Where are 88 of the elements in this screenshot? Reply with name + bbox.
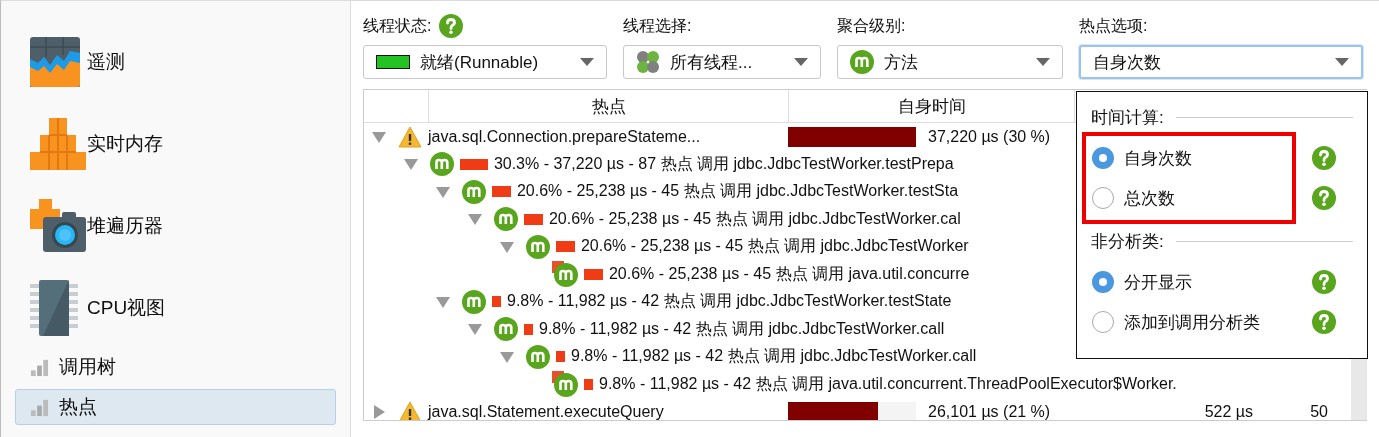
caret-icon bbox=[1335, 58, 1349, 66]
radio-option[interactable]: 分开显示 bbox=[1086, 270, 1192, 294]
caret-icon bbox=[580, 58, 594, 66]
dropdown[interactable]: 自身次数 bbox=[1079, 45, 1363, 79]
collapse-toggle-icon[interactable] bbox=[372, 129, 386, 144]
percent-bar bbox=[556, 351, 565, 363]
warning-icon bbox=[398, 125, 422, 148]
call-text: 9.8% - 11,982 µs - 42 热点 调用 jdbc.JdbcTestWorker.call bbox=[539, 318, 945, 339]
collapse-toggle-icon[interactable] bbox=[500, 239, 514, 254]
method-icon bbox=[430, 152, 454, 177]
call-text: 9.8% - 11,982 µs - 42 热点 调用 jdbc.JdbcTestWorker.testState bbox=[507, 291, 952, 312]
call-text: 20.6% - 25,238 µs - 45 热点 调用 jdbc.JdbcTestWorker.testSta bbox=[516, 181, 959, 202]
caret-icon bbox=[1036, 58, 1050, 66]
method-icon bbox=[462, 179, 486, 204]
radio-option[interactable]: 总次数 bbox=[1086, 186, 1175, 210]
table-cell: 50 bbox=[1310, 402, 1328, 420]
help-icon[interactable] bbox=[1312, 146, 1336, 170]
help-icon[interactable] bbox=[1312, 310, 1336, 334]
caret-icon bbox=[794, 58, 808, 66]
filter-label: 线程选择: bbox=[623, 15, 692, 36]
sidebar-item[interactable]: 堆遍历器 bbox=[15, 185, 336, 267]
method-icon bbox=[850, 50, 874, 74]
radio-option[interactable]: 自身次数 bbox=[1086, 146, 1192, 170]
sidebar-label: 堆遍历器 bbox=[87, 214, 164, 238]
chip-icon bbox=[30, 280, 78, 336]
help-icon[interactable] bbox=[1312, 270, 1336, 294]
dropdown[interactable]: 就绪(Runnable) bbox=[363, 45, 607, 79]
method-icon bbox=[526, 234, 550, 259]
threads-icon bbox=[636, 50, 660, 74]
leaf-method-icon bbox=[552, 261, 578, 288]
expand-toggle-icon[interactable] bbox=[372, 404, 386, 419]
sidebar-item[interactable]: 实时内存 bbox=[15, 103, 336, 185]
filter-label: 聚合级别: bbox=[837, 15, 906, 36]
method-name: java.sql.Connection.prepareStateme... bbox=[428, 127, 701, 146]
self-time: 26,101 µs (21 %) bbox=[928, 402, 1051, 420]
call-text: 20.6% - 25,238 µs - 45 热点 调用 java.util.concurre bbox=[608, 263, 970, 284]
method-icon bbox=[494, 207, 518, 232]
help-icon[interactable] bbox=[439, 14, 464, 38]
cubes-icon bbox=[30, 118, 86, 170]
table-cell: 522 µs bbox=[1204, 402, 1253, 420]
sidebar-item[interactable]: 调用树 bbox=[15, 349, 336, 385]
collapse-toggle-icon[interactable] bbox=[436, 294, 450, 309]
percent-bar bbox=[492, 296, 501, 308]
dropdown[interactable]: 所有线程... bbox=[623, 45, 821, 79]
percent-bar bbox=[584, 378, 593, 390]
sidebar-item[interactable]: 遥测 bbox=[15, 21, 336, 103]
call-text: 20.6% - 25,238 µs - 45 热点 调用 jdbc.JdbcTestWorker bbox=[580, 236, 969, 257]
method-icon bbox=[462, 289, 486, 314]
sidebar-label: 实时内存 bbox=[87, 132, 164, 156]
collapse-toggle-icon[interactable] bbox=[436, 184, 450, 199]
dropdown[interactable]: 方法 bbox=[837, 45, 1063, 79]
filter-label: 热点选项: bbox=[1079, 15, 1148, 36]
leaf-method-icon bbox=[552, 371, 578, 398]
help-icon[interactable] bbox=[1312, 186, 1336, 210]
cubes-camera-icon bbox=[30, 199, 86, 253]
collapse-toggle-icon[interactable] bbox=[468, 212, 482, 227]
call-text: 9.8% - 11,982 µs - 42 热点 调用 java.util.concurrent.ThreadPoolExecutor$Worker. bbox=[599, 373, 1177, 394]
percent-bar bbox=[584, 268, 603, 280]
section-title: 时间计算: bbox=[1091, 106, 1164, 129]
percent-bar bbox=[524, 213, 543, 225]
method-name: java.sql.Statement.executeQuery bbox=[428, 402, 664, 420]
method-icon bbox=[494, 317, 518, 342]
chart-icon bbox=[30, 37, 80, 87]
call-text: 9.8% - 11,982 µs - 42 热点 调用 jdbc.JdbcTestWorker.call bbox=[571, 346, 977, 367]
warning-icon bbox=[398, 400, 422, 420]
sidebar-label: CPU视图 bbox=[87, 296, 167, 320]
percent-bar bbox=[460, 158, 488, 170]
radio-option[interactable]: 添加到调用分析类 bbox=[1086, 310, 1260, 334]
collapse-toggle-icon[interactable] bbox=[500, 349, 514, 364]
bar-chart-icon bbox=[30, 397, 49, 417]
percent-bar bbox=[524, 323, 533, 335]
percent-bar bbox=[492, 186, 511, 198]
sidebar-item[interactable]: 热点 bbox=[15, 389, 336, 425]
sidebar-label: 遥测 bbox=[87, 50, 126, 74]
column-header[interactable]: 热点 bbox=[429, 90, 789, 122]
sidebar-item[interactable]: CPU视图 bbox=[15, 267, 336, 349]
percent-bar bbox=[556, 241, 575, 253]
bar-chart-icon bbox=[30, 357, 49, 377]
self-time: 37,220 µs (30 %) bbox=[928, 127, 1051, 146]
filter-label: 线程状态: bbox=[363, 15, 432, 36]
collapse-toggle-icon[interactable] bbox=[404, 157, 418, 172]
method-icon bbox=[526, 344, 550, 369]
column-header[interactable]: 自身时间 bbox=[789, 90, 1075, 122]
state-swatch-icon bbox=[376, 55, 410, 69]
call-text: 30.3% - 37,220 µs - 87 热点 调用 jdbc.JdbcTestWorker.testPrepa bbox=[493, 153, 954, 174]
call-text: 20.6% - 25,238 µs - 45 热点 调用 jdbc.JdbcTestWorker.cal bbox=[548, 208, 961, 229]
section-title: 非分析类: bbox=[1091, 230, 1164, 253]
collapse-toggle-icon[interactable] bbox=[468, 322, 482, 337]
